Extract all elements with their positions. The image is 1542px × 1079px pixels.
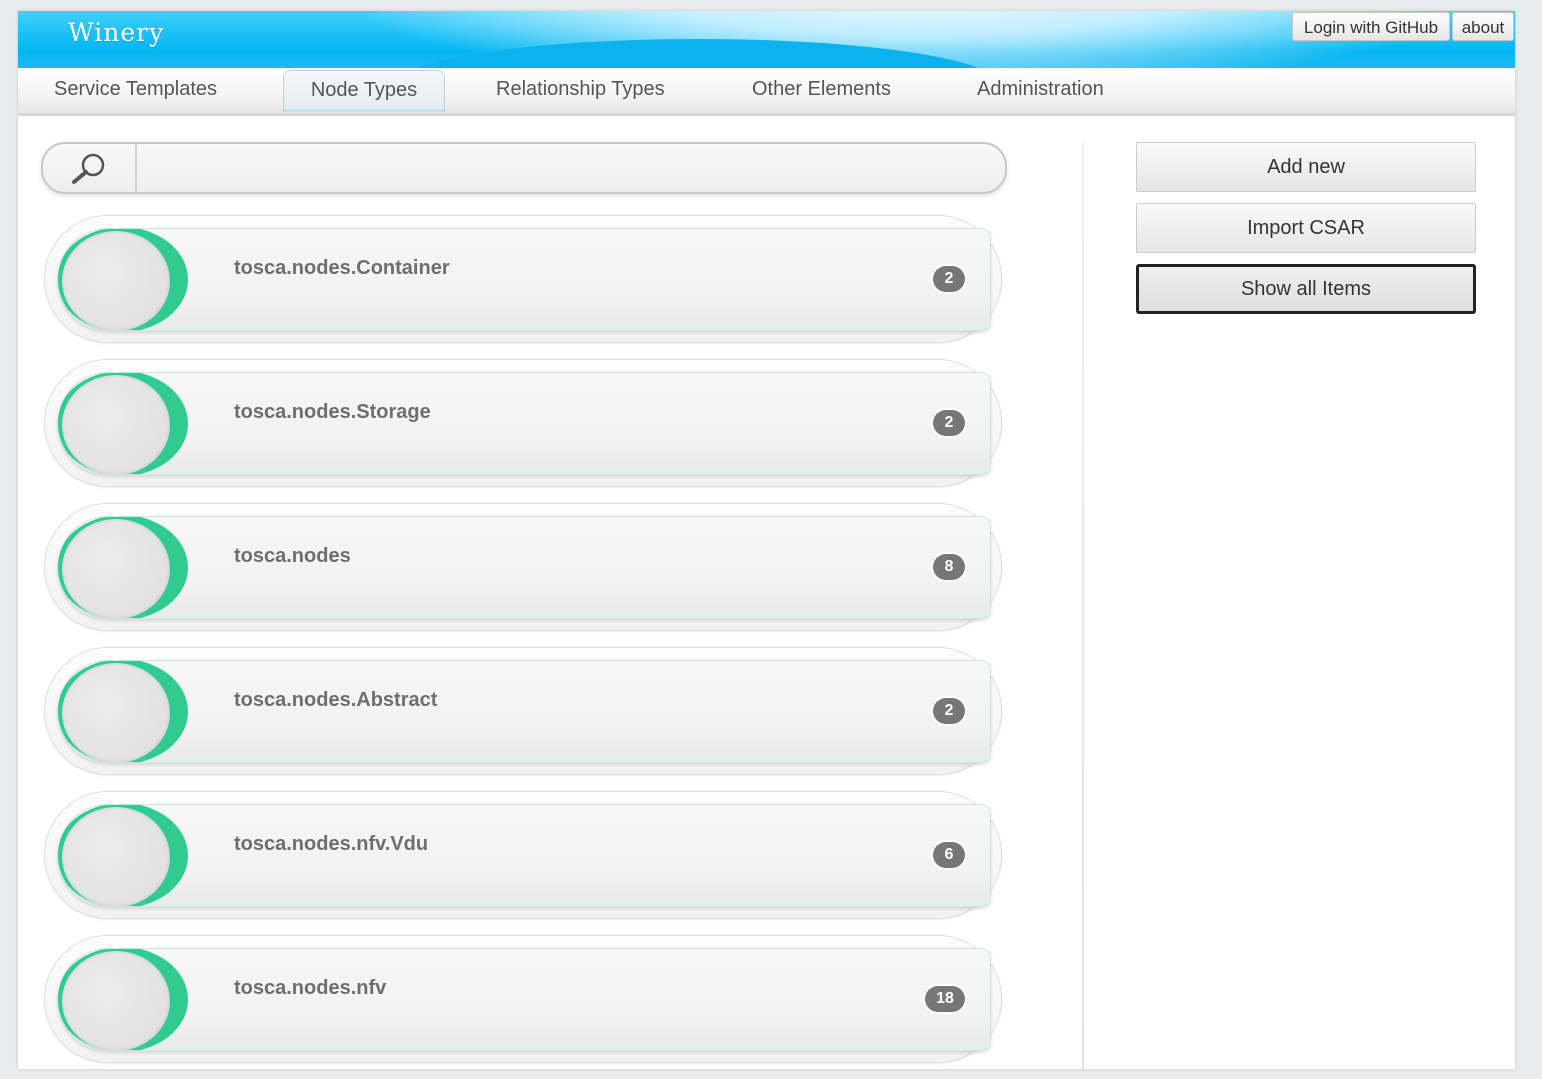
count-badge: 18: [925, 986, 965, 1012]
list-item[interactable]: tosca.nodes.Container 2: [44, 215, 1002, 343]
search-icon: [72, 153, 105, 184]
import-csar-button[interactable]: Import CSAR: [1136, 203, 1476, 253]
list-item-body: tosca.nodes.nfv 18: [57, 948, 991, 1051]
item-name[interactable]: tosca.nodes.Container: [234, 257, 450, 280]
item-name[interactable]: tosca.nodes.nfv.Vdu: [234, 833, 428, 856]
tab-other-elements[interactable]: Other Elements: [752, 68, 891, 113]
search-bar: [41, 142, 1007, 194]
main-nav: Service Templates Node Types Relationshi…: [18, 68, 1515, 116]
item-icon-placeholder: [62, 375, 170, 474]
count-badge: 2: [933, 410, 965, 436]
item-name[interactable]: tosca.nodes: [234, 545, 351, 568]
list-item-body: tosca.nodes.Container 2: [57, 228, 991, 331]
list-item[interactable]: tosca.nodes.Abstract 2: [44, 647, 1002, 775]
item-name[interactable]: tosca.nodes.Abstract: [234, 689, 437, 712]
tab-node-types[interactable]: Node Types: [283, 70, 445, 112]
node-type-list: tosca.nodes.Container 2 tosca.nodes.Stor…: [44, 215, 1004, 1079]
item-icon-placeholder: [62, 807, 170, 906]
list-item[interactable]: tosca.nodes 8: [44, 503, 1002, 631]
list-item-body: tosca.nodes 8: [57, 516, 991, 619]
item-name[interactable]: tosca.nodes.Storage: [234, 401, 431, 424]
count-badge: 8: [933, 554, 965, 580]
count-badge: 2: [933, 266, 965, 292]
list-item-body: tosca.nodes.Abstract 2: [57, 660, 991, 763]
header-banner: Winery Login with GitHub about: [18, 11, 1515, 68]
add-new-button[interactable]: Add new: [1136, 142, 1476, 192]
list-item[interactable]: tosca.nodes.nfv.Vdu 6: [44, 791, 1002, 919]
count-badge: 6: [933, 842, 965, 868]
login-github-button[interactable]: Login with GitHub: [1292, 12, 1450, 41]
search-icon-box[interactable]: [43, 144, 137, 192]
list-item-body: tosca.nodes.Storage 2: [57, 372, 991, 475]
item-icon-placeholder: [62, 231, 170, 330]
item-icon-placeholder: [62, 519, 170, 618]
list-item[interactable]: tosca.nodes.nfv 18: [44, 935, 1002, 1063]
column-divider: [1082, 141, 1084, 1069]
count-badge: 2: [933, 698, 965, 724]
search-input[interactable]: [139, 148, 993, 188]
tab-administration[interactable]: Administration: [977, 68, 1104, 113]
item-icon-placeholder: [62, 663, 170, 762]
show-all-items-button[interactable]: Show all Items: [1136, 264, 1476, 314]
item-icon-placeholder: [62, 951, 170, 1050]
tab-service-templates[interactable]: Service Templates: [54, 68, 217, 113]
app-window: Winery Login with GitHub about Service T…: [18, 11, 1515, 1069]
about-button[interactable]: about: [1452, 12, 1514, 41]
list-item-body: tosca.nodes.nfv.Vdu 6: [57, 804, 991, 907]
item-name[interactable]: tosca.nodes.nfv: [234, 977, 386, 1000]
tab-relationship-types[interactable]: Relationship Types: [496, 68, 665, 113]
list-item[interactable]: tosca.nodes.Storage 2: [44, 359, 1002, 487]
brand-logo[interactable]: Winery: [68, 18, 164, 47]
